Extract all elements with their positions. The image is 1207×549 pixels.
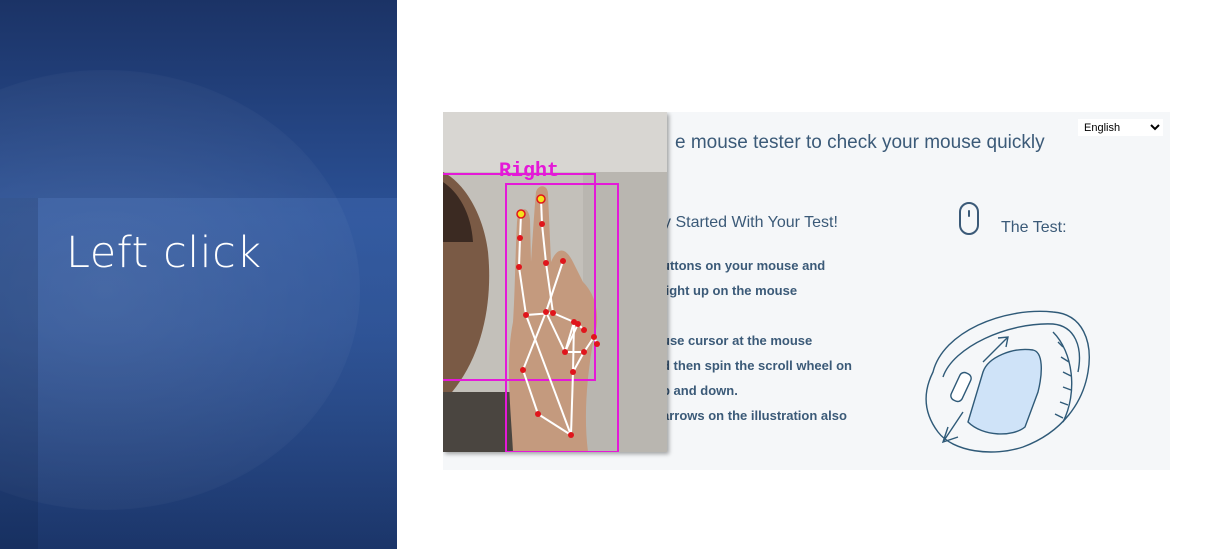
hand-landmark [543,260,549,266]
hand-landmark [581,327,587,333]
webcam-feed: Right [443,112,667,452]
hand-landmark [575,321,581,327]
hand-landmark [591,334,597,340]
hand-landmark [535,411,541,417]
mouse-illustration-icon[interactable] [913,302,1093,462]
mouse-tester-screenshot: English e mouse tester to check your mou… [443,112,1170,470]
hand-landmark [520,367,526,373]
hand-landmark [594,341,600,347]
hand-landmark [562,349,568,355]
hand-tracking-overlay: Right [443,112,667,452]
fingertip-landmark [516,209,526,219]
fingertip-landmark [536,194,546,204]
test-label: The Test: [1001,219,1067,236]
instruction-line: p and down. [662,383,738,398]
instruction-line: use cursor at the mouse [662,333,813,348]
instruction-line: uttons on your mouse and [662,258,826,273]
hand-landmark [570,369,576,375]
instruction-line: d then spin the scroll wheel on [662,358,852,373]
hand-landmark [543,309,549,315]
section-heading: y Started With Your Test! [663,214,838,231]
instruction-line: light up on the mouse [662,283,798,298]
hand-landmark [560,258,566,264]
hand-landmark [568,432,574,438]
hand-bone-line [518,237,521,268]
hand-landmark [550,310,556,316]
hand-landmark [539,221,545,227]
hand-landmark [516,264,522,270]
instruction-line: arrows on the illustration also [662,408,847,423]
hand-landmark [517,235,523,241]
hand-bone-line [572,321,575,373]
hand-landmark [523,312,529,318]
mouse-outline-icon [959,202,979,235]
slide-decor-strip [0,198,38,549]
hand-label: Right [499,160,559,183]
slide-title: Left click [66,228,262,278]
hand-landmark [581,349,587,355]
slide-panel: Left click [0,0,397,549]
language-select[interactable]: English [1078,119,1163,136]
page-heading: e mouse tester to check your mouse quick… [675,132,1045,153]
